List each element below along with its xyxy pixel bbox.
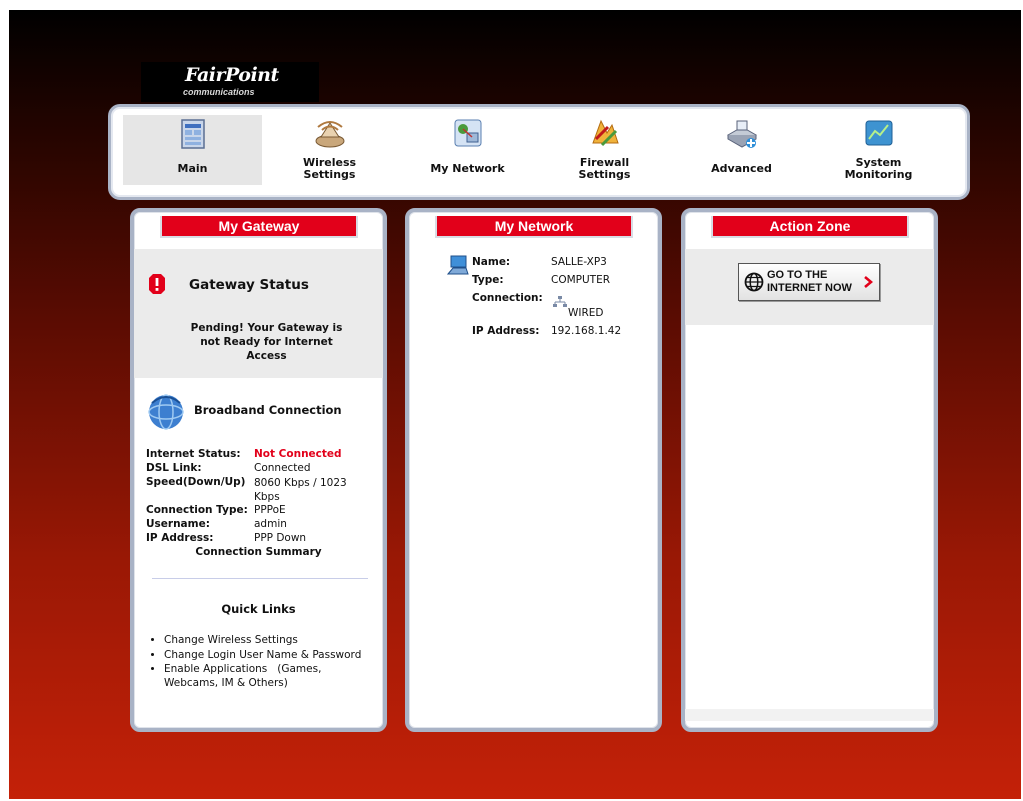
button-line-1: GO TO THE <box>767 269 828 281</box>
divider <box>152 578 368 579</box>
firewall-icon <box>591 119 619 147</box>
button-line-2: INTERNET NOW <box>767 282 852 294</box>
quick-links-list: Change Wireless Settings Change Login Us… <box>148 634 374 691</box>
fairpoint-logo: FairPoint communications <box>141 62 319 102</box>
panel-footer <box>685 709 934 721</box>
device-type-label: Type: <box>472 274 504 286</box>
globe-icon <box>148 394 184 430</box>
nav-wireless-label: Wireless Settings <box>302 156 357 181</box>
monitoring-icon <box>865 120 892 146</box>
dsl-link-value: Connected <box>254 462 311 474</box>
connection-type-label: Connection Type: <box>146 504 248 516</box>
wired-connection-icon <box>553 296 567 307</box>
logo-text: FairPoint <box>185 64 279 86</box>
device-type-value: COMPUTER <box>551 274 611 286</box>
nav-advanced-label: Advanced <box>711 162 772 175</box>
nav-main-label: Main <box>177 162 208 175</box>
logo-subtext: communications <box>183 87 255 97</box>
speed-label: Speed(Down/Up) <box>146 476 246 488</box>
dsl-link-label: DSL Link: <box>146 462 202 474</box>
connection-type-value: PPPoE <box>254 504 286 516</box>
nav-wireless-settings[interactable]: Wireless Settings <box>260 115 399 185</box>
gateway-status-title: Gateway Status <box>189 277 309 293</box>
quick-link-login[interactable]: Change Login User Name & Password <box>164 649 374 663</box>
connection-summary-link[interactable]: Connection Summary <box>134 546 383 558</box>
my-gateway-header: My Gateway <box>160 216 358 238</box>
my-gateway-panel: My Gateway Gateway Status Pending! Your … <box>130 208 387 732</box>
action-zone-panel: Action Zone GO TO THE INTERNET NOW <box>681 208 938 732</box>
wireless-icon <box>315 121 344 148</box>
my-network-header: My Network <box>435 216 633 238</box>
action-zone-header: Action Zone <box>711 216 909 238</box>
nav-main[interactable]: Main <box>123 115 262 185</box>
network-icon <box>454 119 481 147</box>
gateway-status-message: Pending! Your Gateway is not Ready for I… <box>190 322 343 362</box>
nav-my-network[interactable]: My Network <box>398 115 537 185</box>
username-label: Username: <box>146 518 210 530</box>
device-ip-value: 192.168.1.42 <box>551 325 622 337</box>
nav-firewall-settings[interactable]: Firewall Settings <box>535 115 674 185</box>
internet-status-value: Not Connected <box>254 448 342 460</box>
globe-icon <box>744 272 764 292</box>
go-to-internet-button[interactable]: GO TO THE INTERNET NOW <box>738 263 880 301</box>
device-name-value: SALLE-XP3 <box>551 256 607 268</box>
username-value: admin <box>254 518 287 530</box>
ip-address-value: PPP Down <box>254 532 307 544</box>
quick-link-wireless[interactable]: Change Wireless Settings <box>164 634 374 648</box>
alert-icon <box>149 274 165 294</box>
nav-firewall-label: Firewall Settings <box>578 156 631 181</box>
speed-value: 8060 Kbps / 1023 Kbps <box>254 477 347 503</box>
my-network-panel: My Network Name: SALLE-XP3 Type: COMPUTE… <box>405 208 662 732</box>
main-nav: Main Wireless Settings My Network Firewa… <box>108 104 970 200</box>
device-name-label: Name: <box>472 256 511 268</box>
advanced-icon <box>726 120 757 148</box>
device-connection-label: Connection: <box>472 292 543 304</box>
gateway-status-box: Gateway Status Pending! Your Gateway is … <box>134 249 383 378</box>
page-background: FairPoint communications Main Wireless S… <box>9 10 1021 799</box>
internet-status-label: Internet Status: <box>146 448 241 460</box>
quick-links-title: Quick Links <box>221 602 296 616</box>
nav-my-network-label: My Network <box>430 162 505 175</box>
nav-advanced[interactable]: Advanced <box>672 115 811 185</box>
ip-address-label: IP Address: <box>146 532 214 544</box>
nav-system-monitoring-label: System Monitoring <box>844 156 913 181</box>
nav-system-monitoring[interactable]: System Monitoring <box>809 115 948 185</box>
broadband-title: Broadband Connection <box>194 403 342 417</box>
device-connection-value: WIRED <box>568 307 604 319</box>
chevron-right-icon <box>864 276 873 288</box>
computer-icon <box>447 255 469 275</box>
device-ip-label: IP Address: <box>472 325 540 337</box>
quick-link-applications[interactable]: Enable Applications (Games, Webcams, IM … <box>164 663 374 690</box>
action-zone-box: GO TO THE INTERNET NOW <box>685 249 934 325</box>
main-page-icon <box>180 119 205 149</box>
